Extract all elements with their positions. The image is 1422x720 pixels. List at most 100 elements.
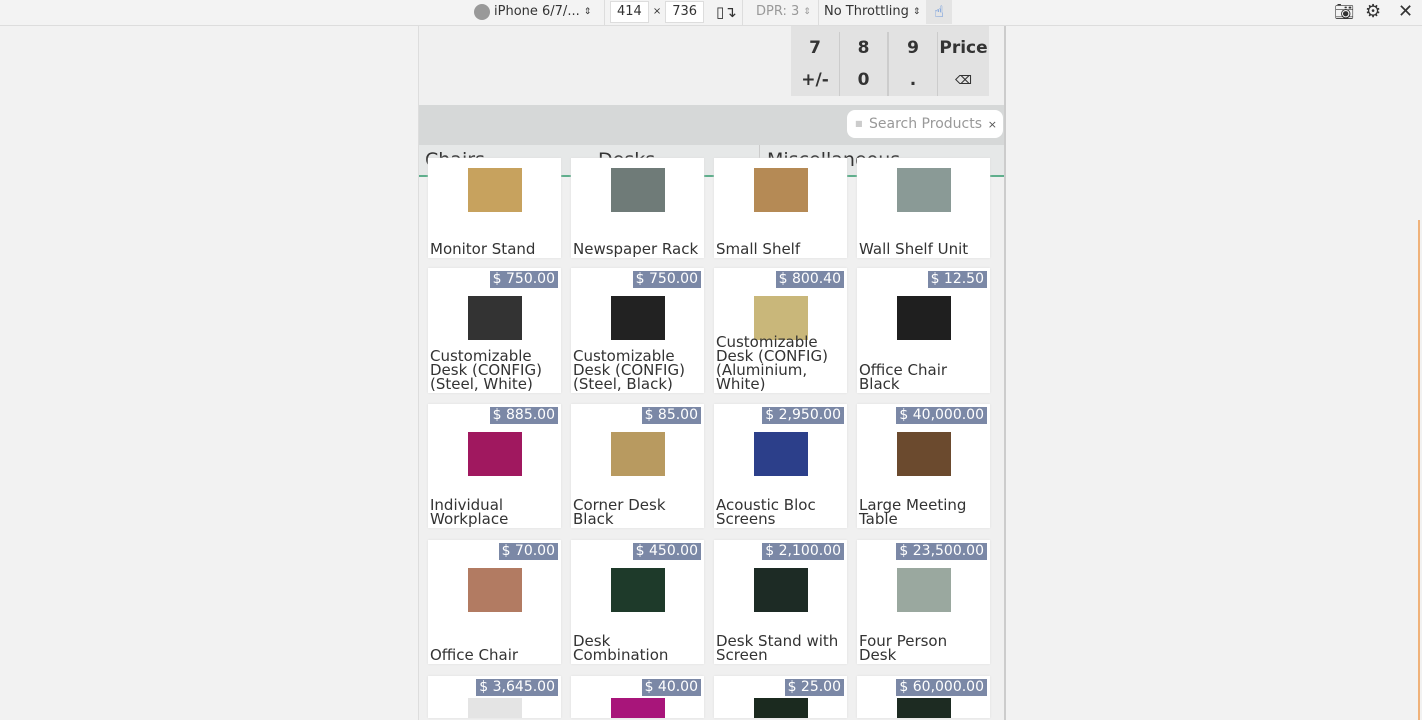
device-select[interactable]: iPhone 6/7/... ⇕ [474,0,591,24]
mobile-viewport: 7 8 9 Price +/- 0 . ⌫ ■ Search Products … [418,26,1006,720]
product-image [897,698,951,718]
search-placeholder: Search Products [869,116,982,132]
search-input[interactable]: ■ Search Products × [847,110,1003,138]
search-icon: ■ [855,119,863,128]
price-badge: $ 750.00 [632,271,701,288]
height-input[interactable]: 736 [665,1,705,23]
product-image [468,432,522,476]
product-name: Wall Shelf Unit [859,240,969,258]
product-card[interactable]: $ 750.00 Customizable Desk (CONFIG) (Stee… [571,268,704,393]
search-bar: ■ Search Products × [419,105,1004,145]
product-card[interactable]: $ 85.00 Corner Desk Black [571,404,704,528]
product-card[interactable]: $ 40,000.00 Large Meeting Table [857,404,990,528]
product-card[interactable]: Newspaper Rack [571,158,704,258]
numpad-key-dot[interactable]: . [889,64,938,96]
product-card[interactable]: $ 2,950.00 Acoustic Bloc Screens [714,404,847,528]
numpad: 7 8 9 Price +/- 0 . ⌫ [791,26,989,96]
numpad-key-0[interactable]: 0 [840,64,889,96]
scrollbar[interactable] [1418,220,1420,720]
dpr-label: DPR: 3 [756,4,800,19]
device-icon [474,4,490,20]
clear-icon[interactable]: × [988,111,997,139]
product-card[interactable]: $ 70.00 Office Chair [428,540,561,664]
product-card[interactable]: Small Shelf [714,158,847,258]
price-badge: $ 25.00 [784,679,844,696]
numpad-key-plusminus[interactable]: +/- [791,64,840,96]
product-image [897,168,951,212]
price-badge: $ 800.40 [775,271,844,288]
gear-icon[interactable]: ⚙ [1365,0,1381,24]
product-card[interactable]: $ 25.00 [714,676,847,718]
product-image [897,296,951,340]
product-image [754,432,808,476]
product-name: Newspaper Rack [573,240,699,258]
select-arrows-icon: ⇕ [912,7,921,17]
product-card[interactable]: $ 450.00 Desk Combination [571,540,704,664]
numpad-key-7[interactable]: 7 [791,32,840,64]
select-arrows-icon: ⇕ [803,7,811,17]
product-name: Corner Desk Black [573,496,666,528]
product-card[interactable]: $ 12.50 Office Chair Black [857,268,990,393]
product-name: Large Meeting Table [859,496,967,528]
product-name: Small Shelf [716,240,801,258]
price-badge: $ 70.00 [498,543,558,560]
product-image [468,168,522,212]
product-card[interactable]: Wall Shelf Unit [857,158,990,258]
product-name: Four Person Desk [859,632,948,664]
product-image [754,568,808,612]
price-badge: $ 885.00 [489,407,558,424]
product-name: Office Chair [430,646,519,664]
product-image [897,432,951,476]
product-name: Desk Stand with Screen [716,632,839,664]
product-name: Customizable Desk (CONFIG) (Steel, White… [430,347,542,393]
product-image [468,296,522,340]
product-card[interactable]: $ 800.40 Customizable Desk (CONFIG) (Alum… [714,268,847,393]
product-card[interactable]: $ 2,100.00 Desk Stand with Screen [714,540,847,664]
product-image [754,168,808,212]
product-card[interactable]: $ 40.00 [571,676,704,718]
product-card[interactable]: $ 885.00 Individual Workplace [428,404,561,528]
product-card[interactable]: $ 3,645.00 [428,676,561,718]
price-badge: $ 2,950.00 [762,407,844,424]
product-image [754,698,808,718]
numpad-mode-price[interactable]: Price [938,32,989,64]
price-badge: $ 3,645.00 [476,679,558,696]
select-arrows-icon: ⇕ [583,7,592,17]
price-badge: $ 2,100.00 [762,543,844,560]
product-image [611,296,665,340]
numpad-key-9[interactable]: 9 [889,32,938,64]
product-name: Customizable Desk (CONFIG) (Steel, Black… [573,347,685,393]
price-badge: $ 85.00 [641,407,701,424]
backspace-icon[interactable]: ⌫ [938,64,989,96]
price-badge: $ 12.50 [927,271,987,288]
product-card[interactable]: $ 60,000.00 [857,676,990,718]
price-badge: $ 40.00 [641,679,701,696]
product-name: Individual Workplace [430,496,509,528]
product-image [611,568,665,612]
width-input[interactable]: 414 [610,1,649,23]
price-badge: $ 23,500.00 [896,543,987,560]
screenshot-icon[interactable]: 📷︎ [1334,0,1354,24]
product-card[interactable]: $ 750.00 Customizable Desk (CONFIG) (Stee… [428,268,561,393]
product-image [468,568,522,612]
product-image [897,568,951,612]
throttling-select[interactable]: No Throttling ⇕ [824,0,920,24]
close-icon[interactable]: ✕ [1398,0,1413,24]
product-card[interactable]: Monitor Stand [428,158,561,258]
product-name: Monitor Stand [430,240,536,258]
product-image [611,698,665,718]
product-image [468,698,522,718]
rotate-icon[interactable]: ▯↴ [716,0,737,24]
price-badge: $ 40,000.00 [896,407,987,424]
product-name: Acoustic Bloc Screens [716,496,816,528]
product-card[interactable]: $ 23,500.00 Four Person Desk [857,540,990,664]
devtools-toolbar: iPhone 6/7/... ⇕ 414 × 736 ▯↴ DPR: 3 ⇕ No Th… [0,0,1422,26]
throttling-label: No Throttling [824,4,909,19]
product-name: Office Chair Black [859,361,948,393]
price-badge: $ 60,000.00 [896,679,987,696]
price-badge: $ 750.00 [489,271,558,288]
numpad-key-8[interactable]: 8 [840,32,889,64]
dpr-select[interactable]: DPR: 3 ⇕ [756,0,811,24]
touch-icon[interactable]: ☝ [926,0,952,24]
times-icon: × [652,6,662,17]
